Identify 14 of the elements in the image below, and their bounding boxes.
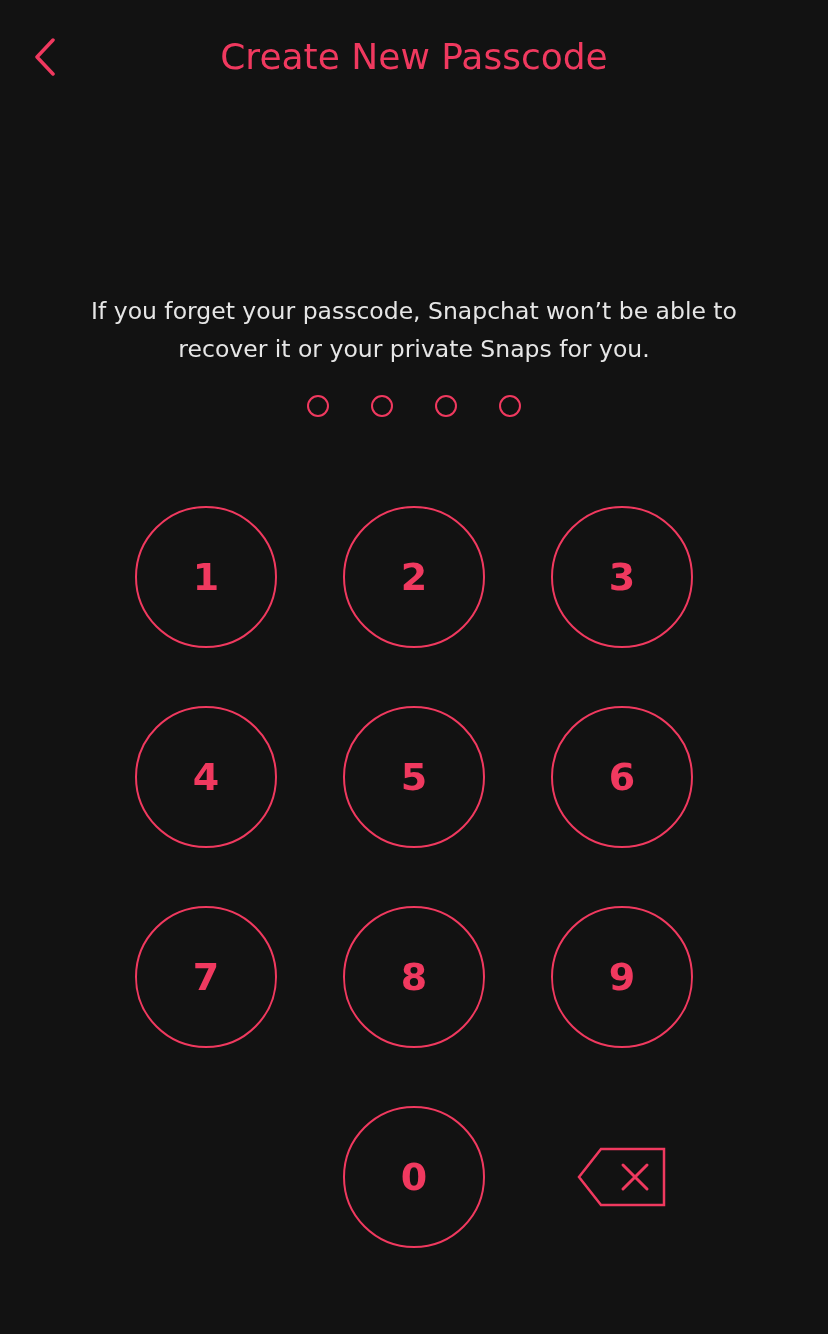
screen-title: Create New Passcode xyxy=(220,36,608,77)
warning-message: If you forget your passcode, Snapchat won’t be able to recover it or your private Snaps for you. xyxy=(90,296,738,365)
keypad-key[interactable]: 3 xyxy=(551,506,693,648)
keypad-key[interactable]: 9 xyxy=(551,906,693,1048)
keypad-key[interactable]: 6 xyxy=(551,706,693,848)
backspace-icon xyxy=(577,1147,667,1207)
keypad-key[interactable]: 4 xyxy=(135,706,277,848)
keypad-key[interactable]: 2 xyxy=(343,506,485,648)
keypad-key[interactable]: 1 xyxy=(135,506,277,648)
keypad-key[interactable]: 7 xyxy=(135,906,277,1048)
keypad-key[interactable]: 5 xyxy=(343,706,485,848)
chevron-left-icon xyxy=(34,38,56,76)
keypad-key[interactable]: 8 xyxy=(343,906,485,1048)
keypad-key[interactable]: 0 xyxy=(343,1106,485,1248)
